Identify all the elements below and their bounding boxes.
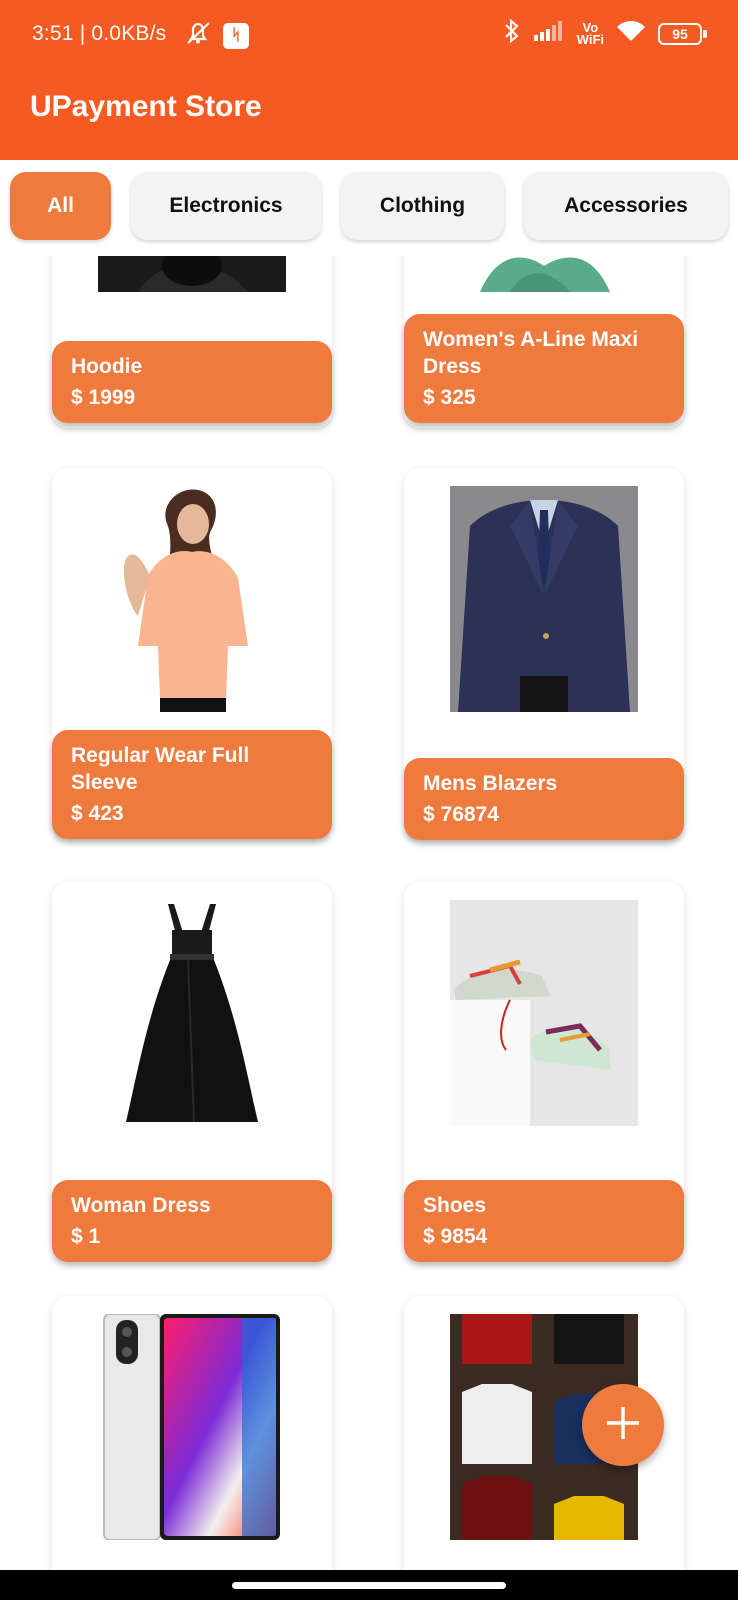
app-bar: 3:51 | 0.0KB/s ᛋ Vo WiFi 95 UPayment Stor… — [0, 0, 738, 160]
app-notification-icon: ᛋ — [223, 23, 249, 49]
product-card[interactable]: Regular Wear Full Sleeve $ 423 — [52, 468, 332, 839]
add-product-button[interactable] — [582, 1384, 664, 1466]
product-card[interactable]: Shoes $ 9854 — [404, 882, 684, 1262]
product-name: Hoodie — [71, 355, 143, 378]
category-chip-electronics[interactable]: Electronics — [131, 172, 321, 240]
shirt-image — [98, 486, 286, 712]
signal-icon — [533, 20, 565, 48]
product-price: $ 1999 — [71, 386, 136, 409]
product-price: $ 1 — [71, 1225, 101, 1248]
battery-icon: 95 — [658, 23, 707, 45]
product-card[interactable]: Hoodie $ 1999 — [52, 256, 332, 428]
product-card[interactable]: Woman Dress $ 1 — [52, 882, 332, 1262]
hoodie-image — [98, 256, 286, 292]
bluetooth-icon — [503, 18, 521, 50]
shoes-image — [450, 900, 638, 1126]
category-chip-accessories[interactable]: Accessories — [524, 172, 728, 240]
product-label: Mens Blazers $ 76874 — [404, 758, 684, 840]
product-name: Women's A-Line Maxi Dress — [423, 328, 639, 378]
maxi-dress-image — [450, 256, 638, 292]
blazer-image — [450, 486, 638, 712]
product-name: Mens Blazers — [423, 772, 558, 795]
system-nav-bar — [0, 1570, 738, 1600]
product-price: $ 76874 — [423, 803, 499, 826]
product-label: Shoes $ 9854 — [404, 1180, 684, 1262]
plus-icon — [603, 1403, 643, 1448]
product-name: Woman Dress — [71, 1194, 211, 1217]
home-gesture-bar[interactable] — [232, 1582, 506, 1589]
product-price: $ 9854 — [423, 1225, 488, 1248]
product-label: Hoodie $ 1999 — [52, 341, 332, 423]
product-label: Women's A-Line Maxi Dress $ 325 — [404, 314, 684, 423]
product-label: Woman Dress $ 1 — [52, 1180, 332, 1262]
muted-bell-icon — [183, 20, 213, 52]
vowifi-indicator: Vo WiFi — [576, 20, 604, 47]
black-dress-image — [98, 900, 286, 1126]
category-chip-clothing[interactable]: Clothing — [341, 172, 504, 240]
status-time: 3:51 | 0.0KB/s — [32, 22, 167, 45]
status-bar: 3:51 | 0.0KB/s ᛋ Vo WiFi 95 — [0, 0, 738, 68]
product-card[interactable]: Mens Blazers $ 76874 — [404, 468, 684, 840]
phone-image — [102, 1314, 282, 1540]
category-chip-all[interactable]: All — [10, 172, 111, 240]
product-price: $ 325 — [423, 386, 476, 409]
wifi-icon — [616, 19, 646, 49]
product-grid: Hoodie $ 1999 Women's A-Line Maxi Dress … — [0, 256, 738, 1570]
category-filter-bar: All Electronics Clothing Accessories — [0, 160, 738, 256]
product-card[interactable]: Women's A-Line Maxi Dress $ 325 — [404, 256, 684, 428]
product-name: Regular Wear Full Sleeve — [71, 744, 250, 794]
product-price: $ 423 — [71, 802, 124, 825]
product-name: Shoes — [423, 1194, 487, 1217]
product-card[interactable] — [52, 1296, 332, 1570]
product-label: Regular Wear Full Sleeve $ 423 — [52, 730, 332, 839]
app-title: UPayment Store — [30, 90, 262, 123]
